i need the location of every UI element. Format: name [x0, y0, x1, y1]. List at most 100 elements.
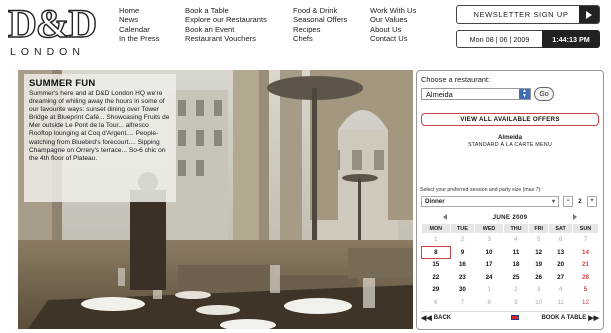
nav-calendar[interactable]: Calendar: [119, 25, 160, 34]
calendar-week: 8 9 10 11 12 13 14: [421, 245, 598, 259]
calendar-day: 7: [572, 234, 598, 246]
calendar-day[interactable]: 15: [422, 259, 450, 271]
calendar-day[interactable]: 11: [503, 246, 529, 258]
choose-restaurant-label: Choose a restaurant:: [421, 75, 491, 84]
calendar-week: 22 23 24 25 26 27 28: [422, 271, 598, 283]
calendar-day-closed: 28: [572, 271, 598, 283]
calendar-day: 3: [529, 284, 549, 296]
calendar-week: 15 16 17 18 19 20 21: [422, 259, 598, 271]
nav-chefs[interactable]: Chefs: [293, 34, 347, 43]
calendar-month: JUNE 2009: [492, 213, 528, 221]
nav-work-with-us[interactable]: Work With Us: [370, 6, 416, 15]
booking-footer: ◀◀ BACK BOOK A TABLE ▶▶: [421, 311, 599, 323]
calendar-day[interactable]: 16: [450, 259, 475, 271]
decrease-party-button[interactable]: −: [563, 196, 573, 207]
current-time: 1:44:13 PM: [542, 30, 600, 48]
calendar-day[interactable]: 24: [475, 271, 503, 283]
go-button[interactable]: Go: [534, 87, 554, 101]
nav-food-drink[interactable]: Food & Drink: [293, 6, 347, 15]
calendar-day[interactable]: 30: [450, 284, 475, 296]
weekday-header: MON: [422, 224, 450, 233]
calendar-grid: MON TUE WED THU FRI SAT SUN 1 2 3 4 5 6 …: [421, 223, 599, 309]
increase-party-button[interactable]: +: [587, 196, 597, 207]
calendar-day[interactable]: 9: [450, 246, 475, 258]
calendar-day: 9: [503, 296, 529, 308]
nav-column-1: Home News Calendar In the Press: [119, 6, 160, 44]
calendar-day[interactable]: 22: [422, 271, 450, 283]
session-value: Dinner: [425, 198, 445, 205]
calendar-day[interactable]: 18: [503, 259, 529, 271]
promo-panel: SUMMER FUN Summer's here and at D&D Lond…: [24, 74, 176, 202]
calendar-day[interactable]: 17: [475, 259, 503, 271]
view-offers-button[interactable]: VIEW ALL AVAILABLE OFFERS: [421, 113, 599, 126]
weekday-header: SAT: [549, 224, 572, 233]
calendar-day: 2: [450, 234, 475, 246]
calendar-day[interactable]: 20: [549, 259, 572, 271]
calendar-day-closed: 14: [572, 246, 598, 258]
promo-body: Summer's here and at D&D London HQ we're…: [29, 90, 170, 162]
nav-book-a-table[interactable]: Book a Table: [185, 6, 267, 15]
calendar-day[interactable]: 12: [529, 246, 549, 258]
nav-seasonal-offers[interactable]: Seasonal Offers: [293, 15, 347, 24]
select-stepper-icon: ▲ ▼: [519, 89, 530, 99]
date-time-display: Mon 08 | 06 | 2009 1:44:13 PM: [456, 30, 600, 48]
calendar-day: 5: [529, 234, 549, 246]
book-label: BOOK A TABLE: [541, 314, 587, 321]
book-a-table-button[interactable]: BOOK A TABLE ▶▶: [541, 314, 599, 322]
promo-title: SUMMER FUN: [29, 78, 96, 89]
prev-month-icon[interactable]: [443, 214, 447, 220]
calendar-week: 6 7 8 9 10 11 12: [422, 296, 598, 308]
calendar-day-selected[interactable]: 8: [421, 245, 451, 259]
calendar-day-closed: 12: [572, 296, 598, 308]
nav-restaurant-vouchers[interactable]: Restaurant Vouchers: [185, 34, 267, 43]
calendar-day[interactable]: 13: [549, 246, 572, 258]
nav-news[interactable]: News: [119, 15, 160, 24]
newsletter-signup-button[interactable]: NEWSLETTER SIGN UP: [456, 5, 600, 24]
nav-recipes[interactable]: Recipes: [293, 25, 347, 34]
calendar-day: 8: [475, 296, 503, 308]
nav-home[interactable]: Home: [119, 6, 160, 15]
calendar-day[interactable]: 29: [422, 284, 450, 296]
party-size-value: 2: [578, 198, 582, 205]
back-label: BACK: [433, 314, 452, 321]
calendar-day: 7: [450, 296, 475, 308]
weekday-header: THU: [503, 224, 529, 233]
calendar-day: 1: [475, 284, 503, 296]
nav-column-3: Food & Drink Seasonal Offers Recipes Che…: [293, 6, 347, 44]
calendar-day: 6: [549, 234, 572, 246]
uk-flag-icon[interactable]: [511, 315, 519, 320]
calendar-day: 1: [422, 234, 450, 246]
nav-our-values[interactable]: Our Values: [370, 15, 416, 24]
restaurant-name: Almeida: [497, 134, 523, 141]
nav-column-4: Work With Us Our Values About Us Contact…: [370, 6, 416, 44]
brand-logo[interactable]: D&D LONDON: [7, 3, 104, 60]
newsletter-label: NEWSLETTER SIGN UP: [473, 10, 569, 19]
nav-explore-restaurants[interactable]: Explore our Restaurants: [185, 15, 267, 24]
calendar-day[interactable]: 23: [450, 271, 475, 283]
play-arrow-icon: [579, 6, 599, 23]
double-chevron-right-icon: ▶▶: [588, 314, 599, 322]
double-chevron-left-icon: ◀◀: [421, 314, 432, 322]
next-month-icon[interactable]: [572, 214, 577, 220]
hero-photo: SUMMER FUN Summer's here and at D&D Lond…: [18, 70, 413, 329]
restaurant-select-value: Almeida: [426, 89, 453, 99]
chevron-down-icon: ▾: [551, 199, 555, 205]
calendar-nav: JUNE 2009: [421, 212, 599, 222]
party-size-stepper: − 2 +: [563, 196, 597, 207]
calendar-day[interactable]: 10: [475, 246, 503, 258]
calendar-day[interactable]: 27: [549, 271, 572, 283]
nav-in-the-press[interactable]: In the Press: [119, 34, 160, 43]
calendar-day-closed: 21: [572, 259, 598, 271]
nav-column-2: Book a Table Explore our Restaurants Boo…: [185, 6, 267, 44]
back-button[interactable]: ◀◀ BACK: [421, 314, 451, 322]
nav-contact-us[interactable]: Contact Us: [370, 34, 416, 43]
calendar-day[interactable]: 25: [503, 271, 529, 283]
calendar-day[interactable]: 19: [529, 259, 549, 271]
calendar-day[interactable]: 26: [529, 271, 549, 283]
nav-book-an-event[interactable]: Book an Event: [185, 25, 267, 34]
restaurant-select[interactable]: Almeida ▲ ▼: [421, 88, 531, 100]
nav-about-us[interactable]: About Us: [370, 25, 416, 34]
session-select[interactable]: Dinner ▾: [421, 196, 559, 207]
calendar-day: 10: [529, 296, 549, 308]
calendar-day: 4: [549, 284, 572, 296]
